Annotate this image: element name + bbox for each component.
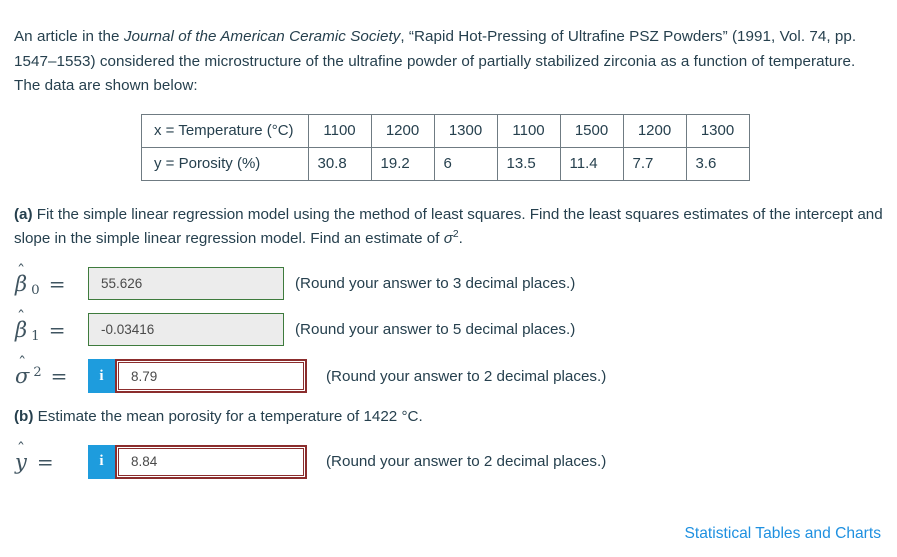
row-label-porosity: y = Porosity (%) bbox=[141, 146, 309, 181]
beta1-input[interactable] bbox=[88, 313, 284, 347]
yhat-input-border bbox=[115, 444, 307, 479]
sigma-symbol: σ bbox=[443, 230, 453, 248]
data-table: x = Temperature (°C) 1100 1200 1300 1100… bbox=[141, 113, 750, 181]
exercise-page: An article in the Journal of the America… bbox=[0, 0, 897, 557]
porosity-cell: 3.6 bbox=[685, 146, 750, 181]
beta0-hint: (Round your answer to 3 decimal places.) bbox=[295, 275, 576, 293]
answer-row-beta1: ˆβ1 = (Round your answer to 5 decimal pla… bbox=[14, 309, 883, 347]
journal-title: Journal of the American Ceramic Society bbox=[123, 28, 401, 46]
hat-accent-icon: ˆ bbox=[16, 439, 26, 460]
sigma-squared-input-border bbox=[115, 359, 307, 394]
porosity-cell: 13.5 bbox=[496, 146, 561, 181]
sigma-squared-input-group: i bbox=[88, 359, 307, 394]
table-row: x = Temperature (°C) 1100 1200 1300 1100… bbox=[141, 113, 750, 148]
sigma-squared-hint: (Round your answer to 2 decimal places.) bbox=[326, 367, 607, 385]
yhat-symbol: ˆ y = bbox=[14, 441, 88, 474]
beta1-subscript: 1 bbox=[31, 328, 40, 344]
hat-accent-icon: ˆ bbox=[16, 306, 26, 327]
intro-text-part1: An article in the bbox=[14, 28, 124, 46]
part-b-question: (b) Estimate the mean porosity for a tem… bbox=[14, 405, 883, 430]
answer-row-beta0: ˆβ0 = (Round your answer to 3 decimal pla… bbox=[14, 263, 883, 301]
part-b-label: (b) bbox=[14, 408, 34, 426]
equals-sign: = bbox=[48, 317, 66, 342]
problem-statement: An article in the Journal of the America… bbox=[14, 25, 883, 99]
temperature-cell: 1100 bbox=[496, 113, 561, 148]
row-label-temperature: x = Temperature (°C) bbox=[141, 113, 309, 148]
equals-sign: = bbox=[36, 449, 54, 474]
porosity-cell: 19.2 bbox=[370, 146, 435, 181]
beta0-input[interactable] bbox=[88, 267, 284, 301]
beta0-symbol: ˆ β 0 = bbox=[14, 263, 88, 298]
sigma-glyph: ˆσ bbox=[14, 355, 30, 388]
hat-accent-icon: ˆ bbox=[16, 260, 26, 281]
sigma-squared-symbol: ˆ σ 2 = bbox=[14, 355, 88, 389]
equals-sign: = bbox=[50, 364, 68, 389]
hat-accent-icon: ˆ bbox=[17, 353, 27, 374]
sigma-superscript: 2 bbox=[33, 365, 42, 381]
part-a-question: (a) Fit the simple linear regression mod… bbox=[14, 203, 883, 252]
yhat-hint: (Round your answer to 2 decimal places.) bbox=[326, 453, 607, 471]
info-icon[interactable]: i bbox=[88, 444, 115, 479]
temperature-cell: 1100 bbox=[307, 113, 372, 148]
temperature-cell: 1200 bbox=[622, 113, 687, 148]
temperature-cell: 1300 bbox=[685, 113, 750, 148]
y-glyph: ˆy bbox=[14, 441, 28, 474]
temperature-cell: 1500 bbox=[559, 113, 624, 148]
yhat-input[interactable] bbox=[118, 447, 304, 476]
temperature-cell: 1200 bbox=[370, 113, 435, 148]
equals-sign: = bbox=[48, 271, 66, 296]
beta-glyph: ˆβ bbox=[14, 263, 28, 296]
beta1-hint: (Round your answer to 5 decimal places.) bbox=[295, 321, 576, 339]
part-a-text-end: . bbox=[458, 230, 463, 248]
part-a-label: (a) bbox=[14, 205, 33, 223]
beta-glyph: ˆβ bbox=[14, 309, 28, 342]
table-row: y = Porosity (%) 30.8 19.2 6 13.5 11.4 7… bbox=[141, 146, 750, 181]
answer-row-sigma-squared: ˆσ2 = i (Round your answer to 2 decimal p… bbox=[14, 355, 883, 394]
yhat-input-group: i bbox=[88, 444, 307, 479]
statistical-tables-link[interactable]: Statistical Tables and Charts bbox=[685, 525, 881, 542]
porosity-cell: 11.4 bbox=[559, 146, 624, 181]
porosity-cell: 7.7 bbox=[622, 146, 687, 181]
sigma-squared-input[interactable] bbox=[118, 362, 304, 391]
footer-links: Statistical Tables and Charts bbox=[685, 525, 881, 543]
porosity-cell: 6 bbox=[433, 146, 498, 181]
part-b-text: Estimate the mean porosity for a tempera… bbox=[33, 408, 423, 426]
beta1-symbol: ˆ β 1 = bbox=[14, 309, 88, 344]
data-table-wrapper: x = Temperature (°C) 1100 1200 1300 1100… bbox=[14, 113, 883, 181]
porosity-cell: 30.8 bbox=[307, 146, 372, 181]
beta0-subscript: 0 bbox=[31, 282, 40, 298]
info-icon[interactable]: i bbox=[88, 359, 115, 394]
answer-row-yhat: ˆy = i (Round your answer to 2 decimal pl… bbox=[14, 441, 883, 479]
temperature-cell: 1300 bbox=[433, 113, 498, 148]
